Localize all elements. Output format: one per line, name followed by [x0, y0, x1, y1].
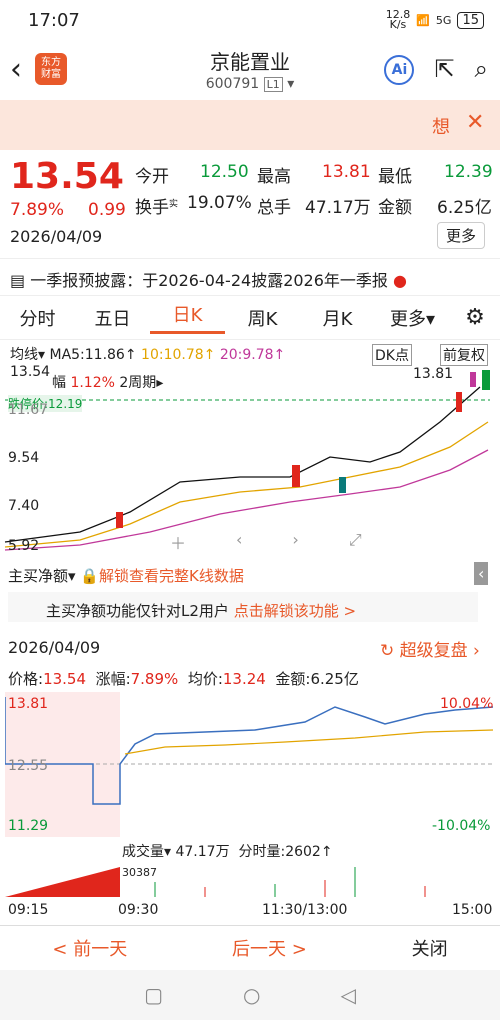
- amount-value: 6.25亿: [437, 198, 492, 218]
- banner-text: 想: [432, 117, 450, 138]
- prev-day-button[interactable]: < 前一天: [52, 935, 127, 961]
- clock: 17:07: [28, 9, 80, 31]
- last-price: 13.54: [10, 156, 124, 197]
- signal-label: 5G: [435, 13, 452, 27]
- pct-top: 10.04%: [440, 696, 494, 712]
- amount-label: 金额: [378, 198, 412, 218]
- intraday-canvas: [5, 692, 495, 837]
- status-bar: 17:07 12.8 K/s 📶 5G 15: [0, 0, 500, 40]
- next-day-button[interactable]: 后一天 >: [232, 935, 307, 961]
- tab-5day[interactable]: 五日: [75, 305, 150, 331]
- open-label: 今开: [135, 167, 169, 187]
- collapse-icon[interactable]: ‹: [474, 562, 489, 585]
- period-tabs: 分时 五日 日K 周K 月K 更多▾ ⚙: [0, 295, 500, 340]
- turnover-label: 换手实: [135, 198, 179, 218]
- volume-canvas: [5, 867, 426, 897]
- time-3: 11:30/13:00: [262, 902, 348, 918]
- notice-text: 一季报预披露：于2026-04-24披露2026年一季报: [30, 271, 388, 290]
- wifi-icon: 📶: [416, 13, 430, 27]
- open-value: 12.50: [200, 162, 249, 182]
- unlock-link[interactable]: 🔒解锁查看完整K线数据: [80, 567, 244, 585]
- recent-apps-icon[interactable]: ▢: [144, 983, 163, 1007]
- ma-dropdown[interactable]: 均线: [10, 347, 38, 363]
- bottom-action-bar: < 前一天 后一天 > 关闭: [0, 925, 500, 970]
- back-nav-icon[interactable]: ◁: [340, 983, 355, 1007]
- intraday-info: 价格:13.54 涨幅:7.89% 均价:13.24 金额:6.25亿: [8, 670, 359, 688]
- high-label: 最高: [257, 167, 291, 187]
- tab-monthly[interactable]: 月K: [300, 305, 375, 331]
- promo-banner[interactable]: 想 ✕: [0, 100, 500, 150]
- quote-panel: 13.54 7.89% 0.99 2026/04/09 今开 12.50 最高 …: [0, 150, 500, 255]
- change-amt: 0.99: [88, 200, 126, 220]
- locked-panel: 主买净额功能仅针对L2用户 点击解锁该功能 >: [8, 592, 478, 622]
- intraday-chart[interactable]: 2026/04/09 ↻ 超级复盘 › 价格:13.54 涨幅:7.89% 均价…: [0, 630, 500, 925]
- close-icon[interactable]: ✕: [466, 110, 484, 135]
- kline-chart[interactable]: 均线▾ MA5:11.86↑ 10:10.78↑ 20:9.78↑ DK点 前复…: [0, 340, 500, 625]
- ai-icon[interactable]: Ai: [384, 55, 415, 85]
- time-4: 15:00: [452, 902, 493, 918]
- turnover-value: 19.07%: [187, 193, 252, 213]
- expand-icon[interactable]: ⤢: [349, 530, 362, 554]
- tab-daily[interactable]: 日K: [150, 301, 225, 334]
- y-tick-3: 9.54: [8, 450, 40, 466]
- range-box: 幅 1.12% 2周期▸: [52, 375, 164, 391]
- vol-value: 47.17万: [305, 198, 371, 218]
- zoom-in-icon[interactable]: ＋: [170, 530, 186, 554]
- share-icon[interactable]: ⇱: [434, 55, 454, 85]
- right-icon[interactable]: ›: [292, 530, 298, 554]
- intraday-date: 2026/04/09: [8, 638, 101, 657]
- y-tick-5: 5.92: [8, 538, 40, 554]
- y-tick-2: 11.67: [8, 402, 49, 418]
- home-icon[interactable]: ○: [243, 983, 260, 1007]
- volume-dropdown[interactable]: 成交量: [122, 844, 164, 860]
- y-bot: 11.29: [8, 818, 49, 834]
- notice-bar[interactable]: ▤ 一季报预披露：于2026-04-24披露2026年一季报 ●: [0, 258, 500, 293]
- pct-bot: -10.04%: [432, 818, 491, 834]
- ma10-value: 10:10.78↑: [141, 347, 216, 363]
- settings-icon[interactable]: ⚙: [450, 305, 500, 330]
- notice-icon: ▤: [10, 271, 31, 290]
- super-review-link[interactable]: ↻ 超级复盘 ›: [380, 636, 480, 661]
- y-tick-1: 13.54: [10, 364, 51, 380]
- ma5-value: MA5:11.86↑: [49, 347, 137, 363]
- high-value: 13.81: [322, 162, 371, 182]
- change-pct: 7.89%: [10, 200, 65, 220]
- y-top: 13.81: [8, 696, 49, 712]
- tab-weekly[interactable]: 周K: [225, 305, 300, 331]
- sub-indicator-dropdown[interactable]: 主买净额: [8, 567, 68, 585]
- tab-intraday[interactable]: 分时: [0, 305, 75, 331]
- peak-label: 13.81: [413, 366, 454, 382]
- low-label: 最低: [378, 167, 412, 187]
- vol-label: 总手: [257, 198, 291, 218]
- battery-icon: 15: [457, 11, 484, 29]
- left-icon[interactable]: ‹: [236, 530, 242, 554]
- y-tick-4: 7.40: [8, 498, 40, 514]
- low-value: 12.39: [444, 162, 493, 182]
- volume-row: 成交量▾ 47.17万 分时量:2602↑: [122, 844, 333, 860]
- close-button[interactable]: 关闭: [412, 935, 448, 961]
- ma20-value: 20:9.78↑: [219, 347, 286, 363]
- net-speed: 12.8 K/s: [385, 8, 411, 31]
- time-1: 09:15: [8, 902, 49, 918]
- more-button[interactable]: 更多: [437, 222, 486, 249]
- tab-more[interactable]: 更多▾: [375, 305, 450, 331]
- sub-indicator-row: 主买净额▾ 🔒解锁查看完整K线数据: [8, 567, 244, 585]
- system-nav: ▢ ○ ◁: [0, 970, 500, 1020]
- quote-date: 2026/04/09: [10, 227, 103, 246]
- search-icon[interactable]: ⌕: [475, 55, 488, 85]
- y-mid: 12.55: [8, 758, 49, 774]
- ma-row: 均线▾ MA5:11.86↑ 10:10.78↑ 20:9.78↑: [10, 347, 286, 363]
- time-2: 09:30: [118, 902, 159, 918]
